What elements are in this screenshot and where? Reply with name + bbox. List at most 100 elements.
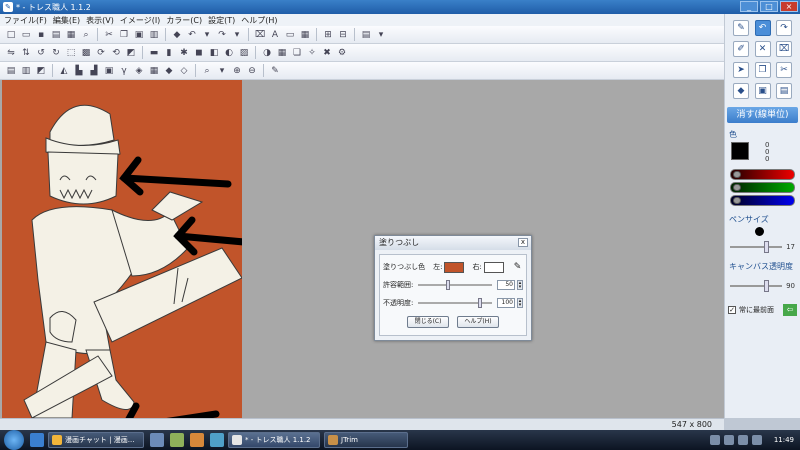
save-icon[interactable]: ▪ <box>34 28 48 42</box>
layer-2-icon[interactable]: ▥ <box>19 64 33 78</box>
curve-icon[interactable]: ◭ <box>57 64 71 78</box>
menu-image[interactable]: イメージ(I) <box>120 15 160 26</box>
menu-edit[interactable]: 編集(E) <box>53 15 80 26</box>
opacity-slider[interactable] <box>418 298 492 308</box>
tool-icon[interactable]: ◆ <box>170 28 184 42</box>
back-color-swatch[interactable] <box>483 261 504 273</box>
clear-tool-icon[interactable]: ⌧ <box>776 41 792 57</box>
color-swap-icon[interactable]: ◩ <box>124 46 138 60</box>
text-icon[interactable]: A <box>268 28 282 42</box>
print-icon[interactable]: ▦ <box>64 28 78 42</box>
tolerance-slider-thumb[interactable] <box>446 280 451 290</box>
always-on-top-checkbox[interactable]: ✓ <box>728 306 736 314</box>
pensize-slider-thumb[interactable] <box>764 241 769 253</box>
flip-icon[interactable]: ⇋ <box>4 46 18 60</box>
menu-view[interactable]: 表示(V) <box>86 15 114 26</box>
cross-tool-icon[interactable]: ✕ <box>754 41 771 57</box>
histogram-icon[interactable]: ▙ <box>72 64 86 78</box>
explorer-icon[interactable] <box>150 433 164 447</box>
menu-settings[interactable]: 設定(T) <box>208 15 235 26</box>
fill-icon[interactable]: ◼ <box>192 46 206 60</box>
dialog-close-button[interactable]: 閉じる(C) <box>407 316 449 328</box>
opacity-spinner[interactable]: ▴ ▾ <box>517 298 523 308</box>
zoom-out-icon[interactable]: ⊖ <box>245 64 259 78</box>
contrast-icon[interactable]: ◐ <box>222 46 236 60</box>
shape-icon[interactable]: ▭ <box>283 28 297 42</box>
minimize-button[interactable]: _ <box>740 1 758 12</box>
stamp-icon[interactable]: ◧ <box>207 46 221 60</box>
line-icon[interactable]: ▮ <box>162 46 176 60</box>
select-icon[interactable]: ⌧ <box>253 28 267 42</box>
sharpen-icon[interactable]: ◆ <box>162 64 176 78</box>
brush-icon[interactable]: ▬ <box>147 46 161 60</box>
posterize-icon[interactable]: ▦ <box>275 46 289 60</box>
tolerance-input[interactable]: 50 <box>497 280 515 290</box>
redo-icon[interactable]: ↷ <box>215 28 229 42</box>
scissors-tool-icon[interactable]: ✂ <box>776 62 792 78</box>
erase-mode-button[interactable]: 消す(線単位) <box>727 107 798 123</box>
spray-icon[interactable]: ✱ <box>177 46 191 60</box>
arrow-left-icon[interactable]: ⇦ <box>783 304 797 316</box>
task-browser[interactable]: 漫画チャット | 漫画... <box>48 432 144 448</box>
eyedropper-icon[interactable]: ✎ <box>514 262 522 272</box>
copy-tool-icon[interactable]: ❐ <box>754 62 771 78</box>
mosaic-icon[interactable]: ▦ <box>147 64 161 78</box>
select-all-icon[interactable]: ▩ <box>79 46 93 60</box>
media-icon[interactable] <box>190 433 204 447</box>
layers-dropdown-icon[interactable]: ▾ <box>374 28 388 42</box>
redo-dropdown-icon[interactable]: ▾ <box>230 28 244 42</box>
settings-icon[interactable]: ⚙ <box>335 46 349 60</box>
rotate-right-icon[interactable]: ↻ <box>49 46 63 60</box>
copy-icon[interactable]: ❐ <box>117 28 131 42</box>
paste-tool-icon[interactable]: ▣ <box>754 83 771 99</box>
effect-icon[interactable]: ✧ <box>305 46 319 60</box>
rotate-left-icon[interactable]: ↺ <box>34 46 48 60</box>
preview-icon[interactable]: ⌕ <box>79 28 93 42</box>
maximize-button[interactable]: □ <box>760 1 778 12</box>
rotate-icon[interactable]: ⟲ <box>109 46 123 60</box>
drawing-canvas[interactable] <box>2 80 242 418</box>
zoom-in-icon[interactable]: ⊕ <box>230 64 244 78</box>
red-slider-knob[interactable] <box>733 171 741 178</box>
blue-slider[interactable] <box>730 195 795 206</box>
green-slider-knob[interactable] <box>733 184 741 191</box>
blue-slider-knob[interactable] <box>733 197 741 204</box>
photo-icon[interactable]: ▣ <box>102 64 116 78</box>
cut-icon[interactable]: ✂ <box>102 28 116 42</box>
open-icon[interactable]: ▭ <box>19 28 33 42</box>
grid-icon[interactable]: ▦ <box>298 28 312 42</box>
gamma-icon[interactable]: γ <box>117 64 131 78</box>
adjust-icon[interactable]: ▨ <box>237 46 251 60</box>
eyedropper-icon[interactable]: ✎ <box>268 64 282 78</box>
refresh-icon[interactable]: ⟳ <box>94 46 108 60</box>
eraser-tool-icon[interactable]: ✐ <box>733 41 749 57</box>
crop-icon[interactable]: ⊟ <box>336 28 350 42</box>
layer-3-icon[interactable]: ◩ <box>34 64 48 78</box>
app-icon-1[interactable] <box>210 433 224 447</box>
opacity-input[interactable]: 100 <box>497 298 515 308</box>
pensize-slider[interactable] <box>730 241 783 253</box>
undo-tool-icon[interactable]: ↶ <box>754 20 771 36</box>
tolerance-slider[interactable] <box>418 280 492 290</box>
layers-icon[interactable]: ▤ <box>359 28 373 42</box>
undo-dropdown-icon[interactable]: ▾ <box>200 28 214 42</box>
language-icon[interactable] <box>709 435 720 445</box>
network-icon[interactable] <box>723 435 734 445</box>
green-slider[interactable] <box>730 182 795 193</box>
invert-icon[interactable]: ◑ <box>260 46 274 60</box>
canvas-opacity-thumb[interactable] <box>764 280 769 292</box>
current-color-swatch[interactable] <box>731 142 749 160</box>
paste-icon[interactable]: ▣ <box>132 28 146 42</box>
red-slider[interactable] <box>730 169 795 180</box>
filter-icon[interactable]: ◈ <box>132 64 146 78</box>
menu-color[interactable]: カラー(C) <box>166 15 202 26</box>
undo-icon[interactable]: ↶ <box>185 28 199 42</box>
task-tracer[interactable]: * - トレス職人 1.1.2 <box>228 432 320 448</box>
menu-help[interactable]: ヘルプ(H) <box>241 15 277 26</box>
pointer-tool-icon[interactable]: ➤ <box>733 62 749 78</box>
pen-tool-icon[interactable]: ✎ <box>733 20 749 36</box>
menu-file[interactable]: ファイル(F) <box>4 15 47 26</box>
close-button[interactable]: × <box>780 1 798 12</box>
canvas-opacity-slider[interactable] <box>730 280 783 292</box>
select-area-icon[interactable]: ⬚ <box>64 46 78 60</box>
